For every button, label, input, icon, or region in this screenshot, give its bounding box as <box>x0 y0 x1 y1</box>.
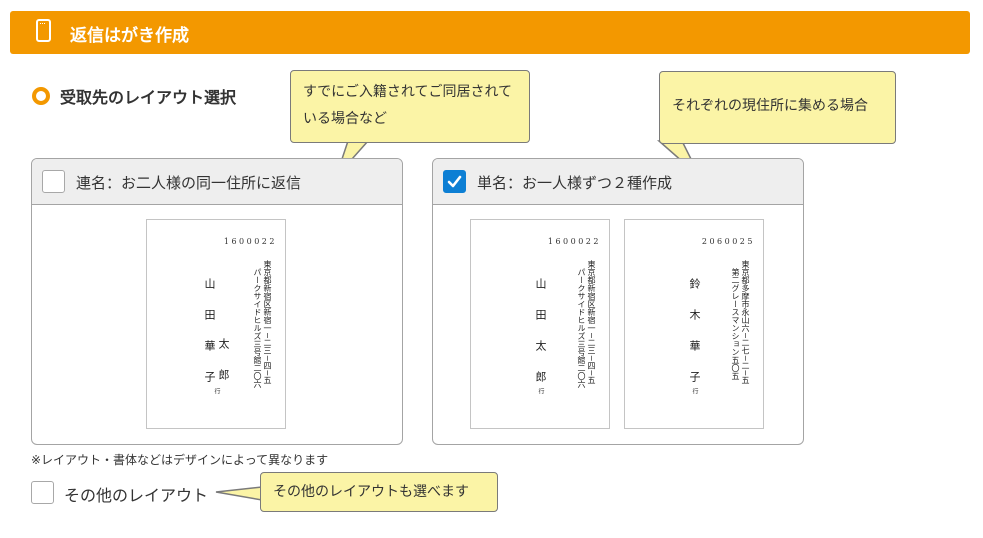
tooltip-single-text: それぞれの現住所に集める場合 <box>672 98 868 114</box>
layout-option-single-label: 単名：お一人様ずつ２種作成 <box>477 174 673 192</box>
tooltip-single: それぞれの現住所に集める場合 <box>659 71 896 144</box>
postcard-suffix: 行 <box>213 388 220 394</box>
tooltip-other-text: その他のレイアウトも選べます <box>273 484 469 500</box>
layout-option-single-header[interactable]: 単名：お一人様ずつ２種作成 <box>433 159 803 205</box>
postcard-address-line1: 東京都多摩市永山六−二七−二−五 <box>741 260 750 385</box>
layout-note: ※レイアウト・書体などはデザインによって異なります <box>31 453 329 467</box>
postcard-name: 山田太郎 <box>534 278 547 402</box>
postcard-address-line1: 東京都新宿区新宿一−二三−四−五 <box>587 260 596 385</box>
layout-option-joint[interactable]: 連名：お二人様の同一住所に返信 1600022 東京都新宿区新宿一−二三−四−五… <box>31 158 403 445</box>
layout-option-single-checkbox[interactable] <box>443 170 466 193</box>
postcard-suffix: 行 <box>691 388 698 394</box>
postcard-preview-joint: 1600022 東京都新宿区新宿一−二三−四−五 パークサイドヒルズ三号館二〇六… <box>146 219 286 429</box>
checkmark-icon <box>447 175 462 188</box>
layout-option-joint-label: 連名：お二人様の同一住所に返信 <box>76 174 302 192</box>
layout-option-joint-header[interactable]: 連名：お二人様の同一住所に返信 <box>32 159 402 205</box>
layout-option-joint-checkbox[interactable] <box>42 170 65 193</box>
tooltip-other: その他のレイアウトも選べます <box>260 472 498 512</box>
postcard-preview-single-1: 1600022 東京都新宿区新宿一−二三−四−五 パークサイドヒルズ三号館二〇六… <box>470 219 610 429</box>
tooltip-joint: すでにご入籍されてご同居されている場合など <box>290 70 530 143</box>
postcard-address-line2: パークサイドヒルズ三号館二〇六 <box>577 268 586 388</box>
postcard-name-col1: 山田華子 <box>203 278 216 402</box>
postcard-address-line2: 第二グレースマンション五〇五 <box>731 268 740 380</box>
postcard-name: 鈴木華子 <box>688 278 701 402</box>
layout-option-single[interactable]: 単名：お一人様ずつ２種作成 1600022 東京都新宿区新宿一−二三−四−五 パ… <box>432 158 804 445</box>
postcard-address-line1: 東京都新宿区新宿一−二三−四−五 <box>263 260 272 385</box>
postcard-suffix: 行 <box>537 388 544 394</box>
tooltip-joint-text: すでにご入籍されてご同居されている場合など <box>303 84 513 127</box>
postcard-address-line2: パークサイドヒルズ三号館二〇六 <box>253 268 262 388</box>
postcard-zip: 2060025 <box>701 237 755 246</box>
postcard-preview-single-2: 2060025 東京都多摩市永山六−二七−二−五 第二グレースマンション五〇五 … <box>624 219 764 429</box>
other-layout-label[interactable]: その他のレイアウト <box>64 482 208 506</box>
postcard-zip: 1600022 <box>223 237 277 246</box>
other-layout-checkbox[interactable] <box>31 481 54 504</box>
postcard-zip: 1600022 <box>547 237 601 246</box>
